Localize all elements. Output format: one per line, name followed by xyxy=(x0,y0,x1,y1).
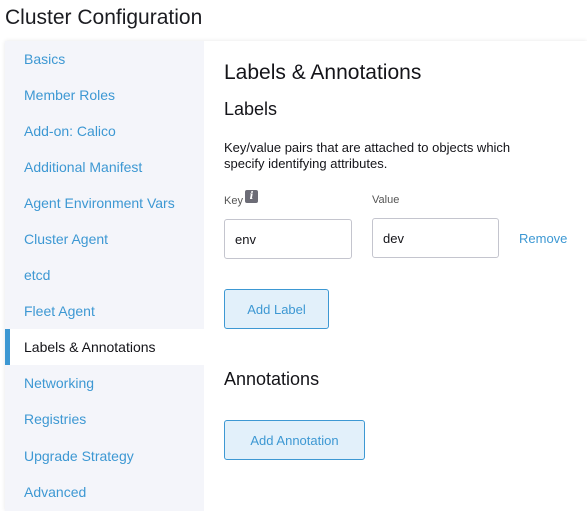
annotations-heading: Annotations xyxy=(224,369,320,389)
page-title: Cluster Configuration xyxy=(5,6,203,29)
sidebar-item-member-roles[interactable]: Member Roles xyxy=(5,77,204,113)
info-icon[interactable]: i xyxy=(244,190,258,203)
sidebar-item-etcd[interactable]: etcd xyxy=(5,257,204,293)
add-annotation-button[interactable]: Add Annotation xyxy=(224,420,365,460)
key-header-label: Key xyxy=(224,194,243,207)
labels-heading: Labels xyxy=(224,99,278,119)
remove-label-link[interactable]: Remove xyxy=(519,231,567,246)
sidebar-item-addon-calico[interactable]: Add-on: Calico xyxy=(5,113,204,149)
key-header: Key i xyxy=(224,190,258,207)
sidebar-item-fleet-agent[interactable]: Fleet Agent xyxy=(5,293,204,329)
section-title: Labels & Annotations xyxy=(224,61,422,84)
sidebar-item-networking[interactable]: Networking xyxy=(5,365,204,401)
config-panel: Basics Member Roles Add-on: Calico Addit… xyxy=(5,41,587,511)
sidebar-item-advanced[interactable]: Advanced xyxy=(5,474,204,510)
label-key-input[interactable]: env xyxy=(224,219,352,259)
sidebar-nav: Basics Member Roles Add-on: Calico Addit… xyxy=(5,41,204,511)
add-label-button[interactable]: Add Label xyxy=(224,289,329,329)
label-value-input[interactable]: dev xyxy=(372,218,499,258)
sidebar-item-agent-environment-vars[interactable]: Agent Environment Vars xyxy=(5,185,204,221)
labels-description: Key/value pairs that are attached to obj… xyxy=(224,140,511,171)
sidebar-item-registries[interactable]: Registries xyxy=(5,401,204,437)
sidebar-item-upgrade-strategy[interactable]: Upgrade Strategy xyxy=(5,438,204,474)
sidebar-item-cluster-agent[interactable]: Cluster Agent xyxy=(5,221,204,257)
main-content: Labels & Annotations Labels Key/value pa… xyxy=(204,41,587,511)
sidebar-item-basics[interactable]: Basics xyxy=(5,41,204,77)
value-header: Value xyxy=(372,194,400,206)
sidebar-item-labels-annotations[interactable]: Labels & Annotations xyxy=(5,329,204,365)
sidebar-item-additional-manifest[interactable]: Additional Manifest xyxy=(5,149,204,185)
